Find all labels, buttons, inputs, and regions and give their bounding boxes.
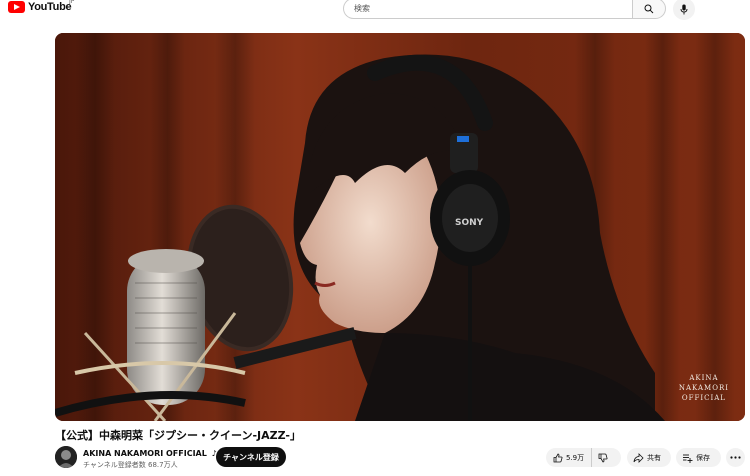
- more-actions-button[interactable]: [726, 448, 745, 467]
- dislike-button[interactable]: [592, 453, 608, 463]
- microphone-icon: [680, 4, 688, 14]
- channel-name[interactable]: AKINA NAKAMORI OFFICIAL ♪: [83, 449, 217, 458]
- voice-search-button[interactable]: [673, 0, 695, 20]
- subscriber-count: チャンネル登録者数 68.7万人: [83, 461, 178, 469]
- subscribe-button[interactable]: チャンネル登録: [216, 447, 286, 467]
- save-label: 保存: [696, 453, 710, 462]
- like-button[interactable]: 5.9万: [546, 448, 593, 467]
- share-icon: [633, 452, 644, 463]
- like-dislike-group: 5.9万: [546, 448, 621, 467]
- save-button[interactable]: 保存: [676, 448, 721, 467]
- avatar-image: [55, 446, 77, 468]
- search-button[interactable]: [632, 0, 666, 19]
- search-bar: 検索: [343, 0, 666, 19]
- top-bar: YouTube JP 検索: [0, 0, 750, 20]
- watermark-line: OFFICIAL: [681, 394, 726, 402]
- video-player[interactable]: SONY AKINA NAKAMORI OFFICIAL: [55, 33, 745, 421]
- thumbs-down-icon: [598, 453, 608, 462]
- youtube-logo[interactable]: YouTube JP: [8, 0, 75, 13]
- channel-watermark: AKINA NAKAMORI OFFICIAL: [679, 373, 729, 403]
- youtube-play-icon: [8, 1, 25, 13]
- search-input[interactable]: 検索: [343, 0, 632, 19]
- playlist-add-icon: [683, 454, 693, 463]
- share-button[interactable]: 共有: [627, 448, 671, 467]
- channel-name-text: AKINA NAKAMORI OFFICIAL: [83, 449, 207, 458]
- video-frame: SONY: [55, 33, 745, 421]
- region-label: JP: [69, 0, 75, 5]
- headphone-brand: SONY: [455, 218, 484, 228]
- search-icon: [644, 4, 654, 13]
- more-horizontal-icon: [730, 456, 741, 459]
- thumbs-up-icon: [553, 453, 563, 462]
- video-title: 【公式】中森明菜「ジプシー・クイーン-JAZZ-」: [55, 429, 301, 442]
- like-count: 5.9万: [566, 453, 585, 462]
- watermark-line: NAKAMORI: [678, 384, 729, 392]
- watermark-line: AKINA: [689, 374, 719, 382]
- share-label: 共有: [647, 453, 661, 462]
- channel-avatar[interactable]: [55, 446, 77, 468]
- logo-text: YouTube: [28, 1, 72, 13]
